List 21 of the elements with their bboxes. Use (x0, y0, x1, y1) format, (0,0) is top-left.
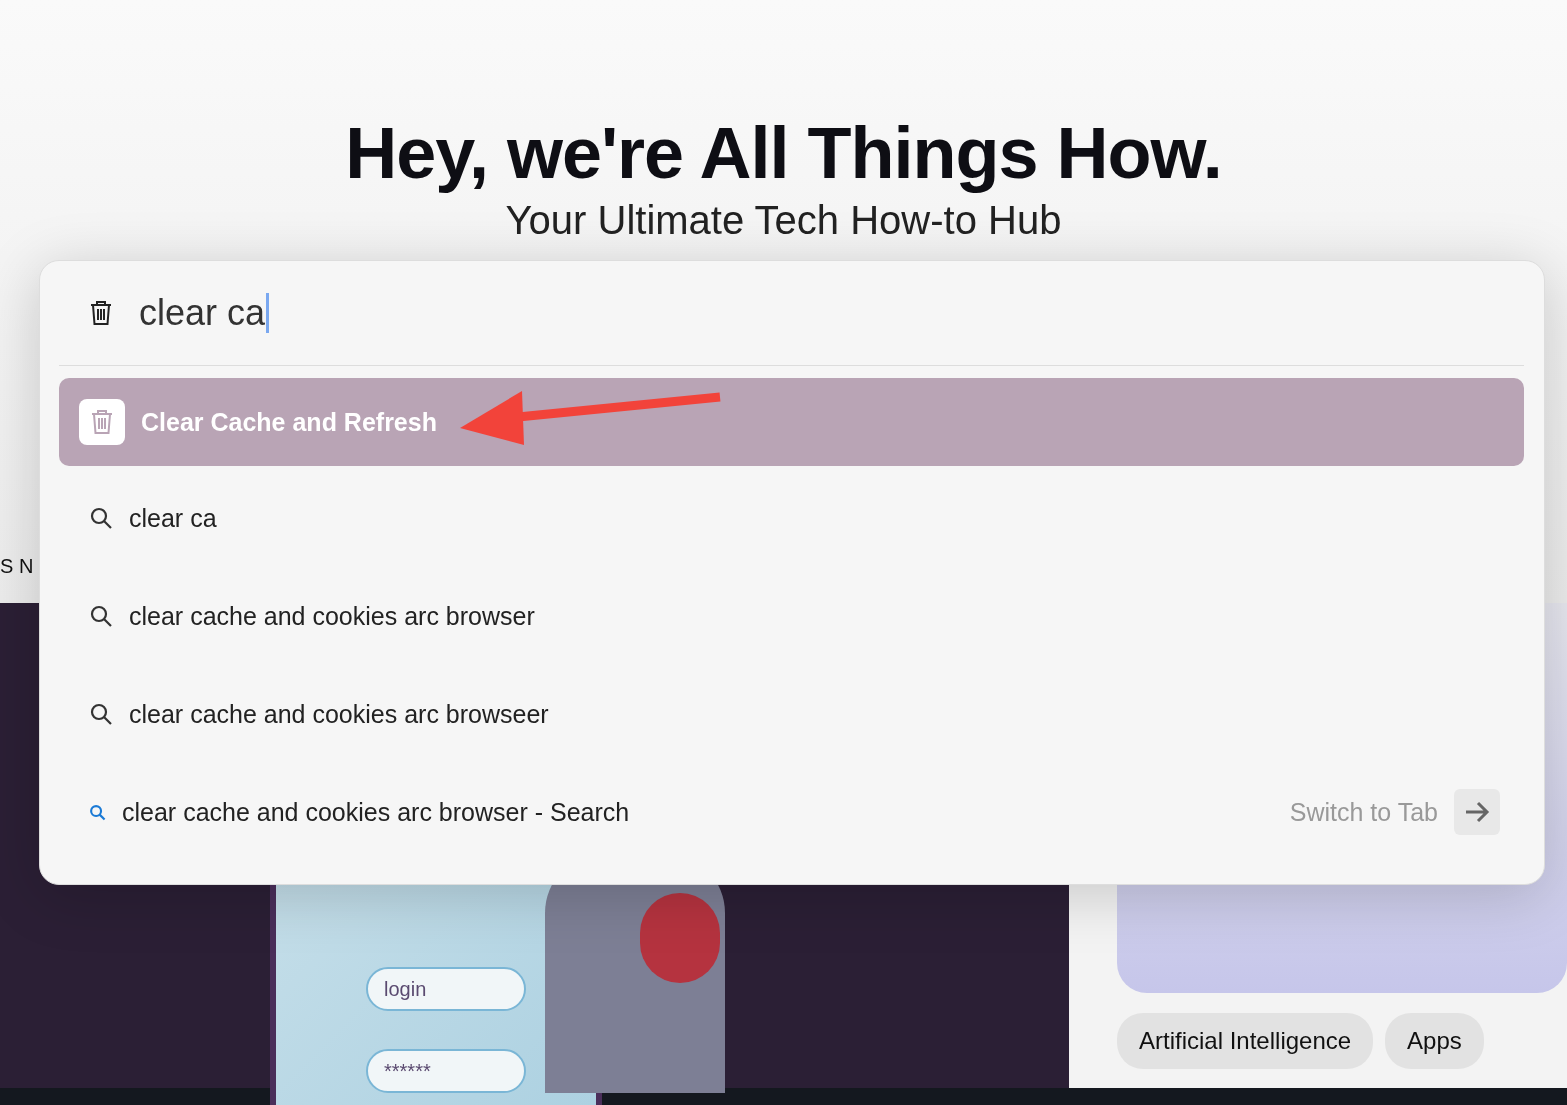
page-heading: Hey, we're All Things How. (345, 112, 1222, 194)
arrow-right-icon (1464, 801, 1490, 823)
result-item[interactable]: clear cache and cookies arc browseer (59, 668, 1524, 760)
nav-text: S N (0, 555, 34, 578)
command-input[interactable]: clear ca (139, 293, 270, 333)
search-icon (89, 803, 106, 821)
search-icon (89, 702, 113, 726)
arrow-right-button[interactable] (1454, 789, 1500, 835)
search-icon (89, 506, 113, 530)
login-field-drawing: login (366, 967, 526, 1011)
trash-icon (90, 409, 114, 435)
topic-tag[interactable]: Artificial Intelligence (1117, 1013, 1374, 1069)
result-item[interactable]: clear cache and cookies arc browser (59, 570, 1524, 662)
result-item[interactable]: clear cache and cookies arc browser - Search Switch to Tab (59, 766, 1524, 858)
trash-icon (89, 300, 113, 326)
login-field-drawing: ****** (366, 1049, 526, 1093)
page-subtitle: Your Ultimate Tech How-to Hub (505, 198, 1062, 243)
switch-to-tab-label: Switch to Tab (1289, 797, 1438, 827)
topic-tag[interactable]: Apps (1385, 1013, 1484, 1069)
search-icon (89, 604, 113, 628)
result-item[interactable]: clear ca (59, 472, 1524, 564)
